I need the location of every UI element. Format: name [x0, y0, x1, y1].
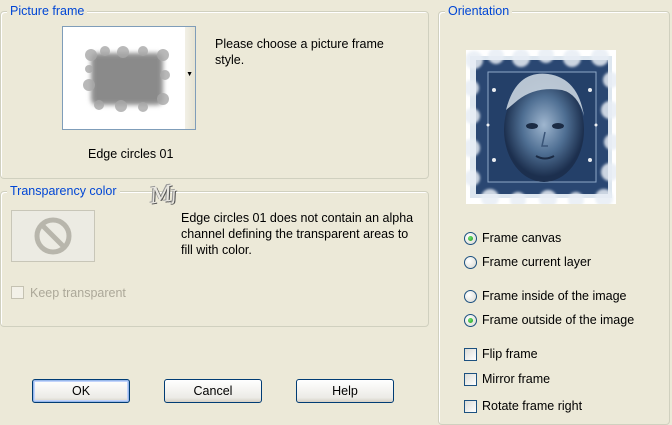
frame-inside-label[interactable]: Frame inside of the image — [482, 289, 627, 303]
frame-current-layer-radio[interactable] — [464, 256, 477, 269]
frame-preview-image — [462, 47, 620, 208]
frame-thumbnail — [83, 46, 170, 112]
frame-inside-radio[interactable] — [464, 290, 477, 303]
selected-frame-name: Edge circles 01 — [88, 147, 174, 161]
transparency-color-swatch — [11, 210, 95, 262]
rotate-frame-right-checkbox[interactable] — [464, 400, 477, 413]
frame-preview — [462, 47, 620, 208]
watermark-signature: MJ — [148, 181, 176, 210]
frame-outside-radio[interactable] — [464, 314, 477, 327]
keep-transparent-checkbox[interactable] — [11, 286, 24, 299]
keep-transparent-label: Keep transparent — [30, 286, 126, 300]
frame-canvas-radio[interactable] — [464, 232, 477, 245]
frame-current-layer-label[interactable]: Frame current layer — [482, 255, 591, 269]
frame-instruction: Please choose a picture frame style. — [215, 37, 384, 67]
ok-button[interactable]: OK — [32, 379, 130, 403]
mirror-frame-label[interactable]: Mirror frame — [482, 372, 550, 386]
orientation-title: Orientation — [445, 4, 513, 18]
transparency-color-title: Transparency color — [7, 184, 120, 198]
cancel-button[interactable]: Cancel — [164, 379, 262, 403]
mirror-frame-checkbox[interactable] — [464, 373, 477, 386]
picture-frame-title: Picture frame — [7, 4, 88, 18]
rotate-frame-right-label[interactable]: Rotate frame right — [482, 399, 582, 413]
flip-frame-label[interactable]: Flip frame — [482, 347, 538, 361]
flip-frame-checkbox[interactable] — [464, 348, 477, 361]
transparency-message: Edge circles 01 does not contain an alph… — [181, 211, 414, 257]
frame-outside-label[interactable]: Frame outside of the image — [482, 313, 634, 327]
frame-style-dropdown[interactable]: ▼ — [62, 26, 196, 130]
not-available-icon — [34, 217, 72, 255]
dropdown-arrow-icon[interactable]: ▼ — [186, 71, 193, 79]
frame-canvas-label[interactable]: Frame canvas — [482, 231, 561, 245]
help-button[interactable]: Help — [296, 379, 394, 403]
